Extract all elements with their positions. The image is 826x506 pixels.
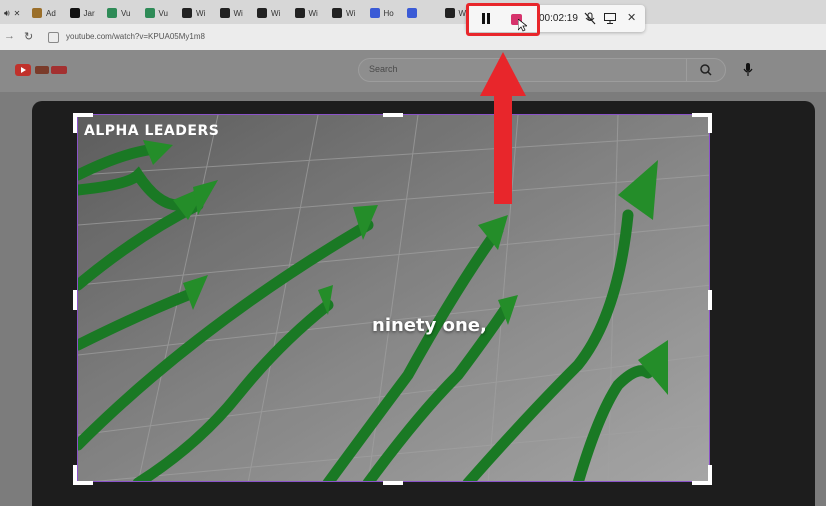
resize-handle-bottom-left-v[interactable]: [73, 465, 77, 485]
search-box[interactable]: Search: [358, 58, 726, 82]
close-icon[interactable]: ✕: [627, 11, 636, 24]
w-favicon-icon: [444, 8, 455, 18]
bookmark-favicon-icon: [407, 8, 417, 18]
w-favicon-icon: [294, 8, 305, 18]
tab-label: Vu: [121, 8, 131, 18]
recording-timer: 00:02:19: [539, 13, 578, 24]
tab-label: Ad: [46, 8, 56, 18]
tab-2[interactable]: Jar: [69, 4, 95, 22]
resize-handle-top-left-v[interactable]: [73, 113, 77, 133]
tab-6[interactable]: Wi: [219, 4, 243, 22]
tab-0[interactable]: 🔊︎ ✕: [4, 4, 20, 22]
tab-label: Ho: [383, 8, 394, 18]
annotation-arrow: [480, 52, 526, 204]
generic-favicon-icon: [32, 8, 42, 18]
url-text[interactable]: youtube.com/watch?v=KPUA05My1m8: [66, 32, 205, 41]
tab-5[interactable]: Wi: [182, 4, 205, 22]
youtube-logo-icon[interactable]: [15, 63, 71, 77]
tab-11[interactable]: [407, 4, 421, 22]
youtube-header: Search: [0, 50, 826, 92]
resize-handle-left[interactable]: [73, 290, 77, 310]
highlight-box: [466, 3, 540, 36]
address-bar-row: → ↻ youtube.com/watch?v=KPUA05My1m8: [0, 24, 826, 50]
search-input[interactable]: Search: [369, 64, 398, 74]
video-caption: ninety one,: [372, 315, 487, 336]
v-favicon-icon: [107, 8, 117, 18]
tab-4[interactable]: Vu: [144, 4, 169, 22]
resize-handle-right[interactable]: [708, 290, 712, 310]
w-favicon-icon: [219, 8, 230, 18]
tab-12[interactable]: Wi: [444, 4, 468, 22]
tab-label: Jar: [83, 8, 95, 18]
tab-label: Wi: [196, 8, 206, 18]
site-info-icon[interactable]: [48, 32, 59, 43]
reload-icon[interactable]: ↻: [24, 30, 33, 43]
globe-favicon-icon: [369, 8, 380, 18]
microphone-muted-icon[interactable]: [584, 12, 596, 25]
tab-3[interactable]: Vu: [107, 4, 131, 22]
tab-close-icon[interactable]: ✕: [14, 9, 21, 18]
resize-handle-bottom[interactable]: [383, 481, 403, 485]
resize-handle-bottom-right-v[interactable]: [708, 465, 712, 485]
tab-label: Wi: [308, 8, 318, 18]
speaker-icon: 🔊︎: [4, 7, 10, 18]
w-favicon-icon: [332, 8, 342, 18]
video-frame[interactable]: ALPHA LEADERS ninety one,: [77, 114, 710, 482]
screen-select-icon[interactable]: [604, 13, 616, 24]
w-favicon-icon: [182, 8, 192, 18]
resize-handle-top-right-v[interactable]: [708, 113, 712, 133]
channel-watermark: ALPHA LEADERS: [84, 123, 220, 139]
tab-7[interactable]: Wi: [257, 4, 280, 22]
tab-10[interactable]: Ho: [369, 4, 394, 22]
tab-label: Wi: [271, 8, 281, 18]
back-icon[interactable]: →: [4, 30, 15, 42]
tab-label: Wi: [233, 8, 243, 18]
video-content: [78, 115, 709, 481]
tab-9[interactable]: Wi: [332, 4, 355, 22]
microphone-icon[interactable]: [742, 63, 754, 77]
tab-8[interactable]: Wi: [294, 4, 318, 22]
search-button[interactable]: [686, 59, 725, 81]
resize-handle-top[interactable]: [383, 113, 403, 117]
search-icon: [700, 64, 712, 76]
v-favicon-icon: [144, 8, 155, 18]
tab-1[interactable]: Ad: [32, 4, 56, 22]
tab-label: Wi: [346, 8, 356, 18]
tab-label: Vu: [158, 8, 169, 18]
w-favicon-icon: [257, 8, 267, 18]
x-icon: [69, 8, 80, 18]
browser-tab-strip: 🔊︎ ✕ AdJarVuVuWiWiWiWiWiHoWiWiWiSc: [0, 0, 826, 24]
